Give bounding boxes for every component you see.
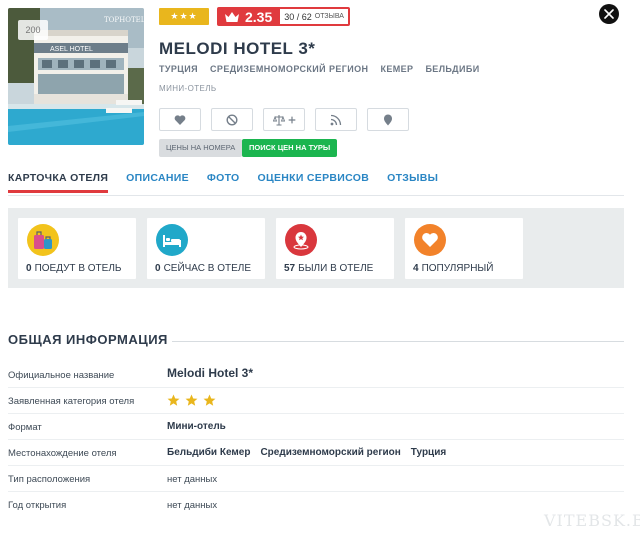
tab-hotel-card[interactable]: Карточка отеля xyxy=(8,172,109,193)
hotel-type: Мини-отель xyxy=(159,84,217,93)
compare-icon xyxy=(272,114,285,126)
location-country-link[interactable]: Турция xyxy=(411,447,446,458)
crown-icon xyxy=(225,11,239,22)
hotel-photo[interactable]: ASEL HOTEL 200 TOPHOTELS xyxy=(8,8,144,145)
info-row-location: Местонахождение отеля Бельдиби Кемер Сре… xyxy=(8,440,624,466)
star-icon xyxy=(185,394,198,406)
favorite-button[interactable] xyxy=(159,108,201,131)
block-button[interactable] xyxy=(211,108,253,131)
location-resort-link[interactable]: Кемер xyxy=(380,64,413,74)
close-icon xyxy=(604,9,614,19)
info-value-official-name: Melodi Hotel 3* xyxy=(167,366,254,380)
stats-panel: 0 поедут в отель 0 сейчас в отеле 57 бы xyxy=(8,208,624,288)
subscribe-button[interactable] xyxy=(315,108,357,131)
plus-icon xyxy=(288,116,295,123)
stars-badge: ★★★ xyxy=(159,8,209,25)
stat-visited[interactable]: 57 были в отеле xyxy=(276,218,394,279)
rating-main: 2.35 xyxy=(219,8,281,25)
bed-icon xyxy=(156,224,188,256)
location-region-link[interactable]: Средиземноморский регион xyxy=(260,447,400,458)
stat-visited-text: 57 были в отеле xyxy=(284,263,373,274)
stat-popular-text: 4 популярный xyxy=(413,263,493,274)
info-value-placement: нет данных xyxy=(167,474,218,485)
stat-now-label: сейчас в отеле xyxy=(163,263,251,274)
rating-rank-value: 30 / 62 xyxy=(284,11,312,22)
stat-going-text: 0 поедут в отель xyxy=(26,263,121,274)
stat-now-count: 0 xyxy=(155,263,161,274)
map-button[interactable] xyxy=(367,108,409,131)
category-stars xyxy=(167,394,216,407)
info-label: Местонахождение отеля xyxy=(8,448,117,459)
location-town-link[interactable]: Бельдиби xyxy=(425,64,479,74)
info-label: Официальное название xyxy=(8,370,115,381)
stat-going-count: 0 xyxy=(26,263,32,274)
hotel-location: Турция Средиземноморский регион Кемер Бе… xyxy=(159,64,480,74)
tabs-divider xyxy=(8,195,624,196)
info-row-format: Формат Мини-отель xyxy=(8,414,624,440)
info-value-opened: нет данных xyxy=(167,500,218,511)
tab-description[interactable]: Описание xyxy=(126,172,189,193)
info-row-opened: Год открытия нет данных xyxy=(8,492,624,518)
info-value-format[interactable]: Мини-отель xyxy=(167,421,226,432)
location-country-link[interactable]: Турция xyxy=(159,64,198,74)
location-region-link[interactable]: Средиземноморский регион xyxy=(210,64,368,74)
info-row-category: Заявленная категория отеля xyxy=(8,388,624,414)
room-prices-button[interactable]: Цены на номера xyxy=(159,139,243,157)
info-value-location: Бельдиби Кемер Средиземноморский регион … xyxy=(167,447,446,458)
star-icon xyxy=(203,394,216,406)
stat-now-text: 0 сейчас в отеле xyxy=(155,263,251,274)
hotel-title: MELODI HOTEL 3* xyxy=(159,39,316,58)
compare-button[interactable] xyxy=(263,108,305,131)
luggage-icon xyxy=(27,224,59,256)
location-resort-link[interactable]: Бельдиби Кемер xyxy=(167,447,250,458)
stat-going[interactable]: 0 поедут в отель xyxy=(18,218,136,279)
star-icon xyxy=(167,394,180,406)
tab-photo[interactable]: Фото xyxy=(207,172,240,193)
stat-popular[interactable]: 4 популярный xyxy=(405,218,523,279)
info-label: Формат xyxy=(8,422,42,433)
info-row-official-name: Официальное название Melodi Hotel 3* xyxy=(8,362,624,388)
heart-icon xyxy=(174,114,186,125)
map-pin-star-icon xyxy=(285,224,317,256)
general-info-title: Общая информация xyxy=(8,332,168,347)
rating-value: 2.35 xyxy=(245,8,273,25)
hotel-sign: ASEL HOTEL xyxy=(50,46,93,53)
close-button[interactable] xyxy=(599,4,619,24)
tophotels-logo: TOPHOTELS xyxy=(104,16,144,24)
stat-now[interactable]: 0 сейчас в отеле xyxy=(147,218,265,279)
stat-popular-label: популярный xyxy=(421,263,494,274)
stat-popular-count: 4 xyxy=(413,263,419,274)
stat-going-label: поедут в отель xyxy=(34,263,122,274)
stat-visited-count: 57 xyxy=(284,263,296,274)
info-label: Год открытия xyxy=(8,500,67,511)
info-row-placement: Тип расположения нет данных xyxy=(8,466,624,492)
heart-icon xyxy=(414,224,446,256)
watermark: VITEBSK.BIZ xyxy=(544,511,640,530)
rating-box[interactable]: 2.35 30 / 62 отзыва xyxy=(217,7,350,26)
tour-prices-button[interactable]: Поиск цен на туры xyxy=(242,139,338,157)
rating-rank: 30 / 62 отзыва xyxy=(280,9,348,24)
tabs: Карточка отеля Описание Фото Оценки серв… xyxy=(8,172,438,193)
rss-icon xyxy=(330,114,342,125)
block-icon xyxy=(226,113,238,126)
info-label: Тип расположения xyxy=(8,474,91,485)
general-info-divider xyxy=(172,341,624,342)
photo-count-badge: 200 xyxy=(18,20,48,40)
tab-service-ratings[interactable]: Оценки сервисов xyxy=(258,172,370,193)
tab-reviews[interactable]: Отзывы xyxy=(387,172,438,193)
stat-visited-label: были в отеле xyxy=(298,263,374,274)
info-label: Заявленная категория отеля xyxy=(8,396,135,407)
map-pin-icon xyxy=(384,114,392,125)
rating-rank-suffix: отзыва xyxy=(314,13,344,20)
action-buttons xyxy=(159,108,409,131)
